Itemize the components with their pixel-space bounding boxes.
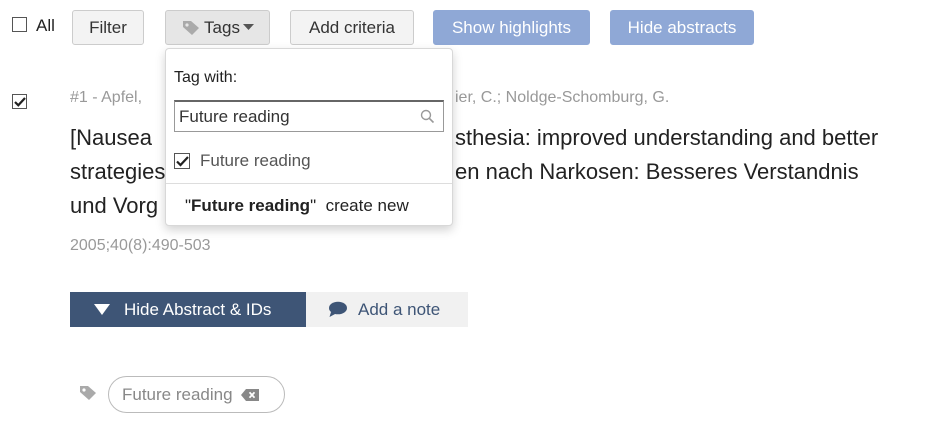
tag-search-input[interactable] <box>179 106 409 128</box>
add-note-button[interactable]: Add a note <box>306 292 468 327</box>
tag-option-checkbox[interactable] <box>174 153 190 169</box>
record-title-line3-start: und Vorg <box>70 193 159 218</box>
add-criteria-label: Add criteria <box>309 17 395 37</box>
caret-down-icon <box>242 24 254 31</box>
comment-icon <box>328 301 348 318</box>
add-criteria-button[interactable]: Add criteria <box>290 10 414 45</box>
create-new-tag-option[interactable]: "Future reading" create new <box>185 196 409 216</box>
record-action-bar: Hide Abstract & IDs Add a note <box>70 292 468 327</box>
record-title-line1-start: [Nausea <box>70 125 152 150</box>
triangle-down-icon <box>94 304 110 315</box>
select-all-checkbox[interactable] <box>12 17 27 32</box>
hide-abstract-label: Hide Abstract & IDs <box>124 299 272 319</box>
dropdown-divider <box>166 183 452 184</box>
show-highlights-button[interactable]: Show highlights <box>433 10 590 45</box>
tag-option-future-reading[interactable]: Future reading <box>174 151 311 171</box>
record-tag-pill: Future reading <box>108 376 285 413</box>
filter-button-label: Filter <box>89 17 127 37</box>
record-title-line2-end: en nach Narkosen: Besseres Verstandnis <box>455 159 859 184</box>
tag-icon <box>78 384 98 401</box>
create-quote-close: " <box>310 196 317 215</box>
tag-option-label: Future reading <box>200 151 311 170</box>
tag-dropdown-heading: Tag with: <box>174 69 238 86</box>
hide-abstract-button[interactable]: Hide Abstract & IDs <box>70 292 306 327</box>
tags-button-label: Tags <box>204 17 240 37</box>
record-meta-start: #1 - Apfel, <box>70 89 143 106</box>
record-title-line1-end: sthesia: improved understanding and bett… <box>455 125 879 150</box>
record-title-line2-start: strategies <box>70 159 166 184</box>
tag-dropdown-menu: Tag with: Future reading "Future reading… <box>165 48 453 226</box>
remove-tag-icon[interactable] <box>240 388 260 402</box>
add-note-label: Add a note <box>358 299 441 319</box>
select-all-label: All <box>36 16 55 35</box>
hide-abstracts-button[interactable]: Hide abstracts <box>610 10 754 45</box>
checkmark-icon <box>175 155 189 167</box>
tags-dropdown-button[interactable]: Tags <box>165 10 270 45</box>
show-highlights-label: Show highlights <box>451 17 572 37</box>
record-meta-authors: ier, C.; Noldge-Schomburg, G. <box>455 89 670 106</box>
tag-icon <box>181 19 201 36</box>
search-icon[interactable] <box>420 109 435 124</box>
tag-search-box <box>174 100 444 132</box>
record-tag-label: Future reading <box>122 384 233 404</box>
hide-abstracts-label: Hide abstracts <box>627 17 737 37</box>
filter-button[interactable]: Filter <box>72 10 144 45</box>
create-new-label: create new <box>325 196 409 215</box>
record-checkbox[interactable] <box>12 94 27 109</box>
record-citation: 2005;40(8):490-503 <box>70 237 211 254</box>
create-tag-name: Future reading <box>191 196 311 215</box>
checkmark-icon <box>13 96 26 107</box>
